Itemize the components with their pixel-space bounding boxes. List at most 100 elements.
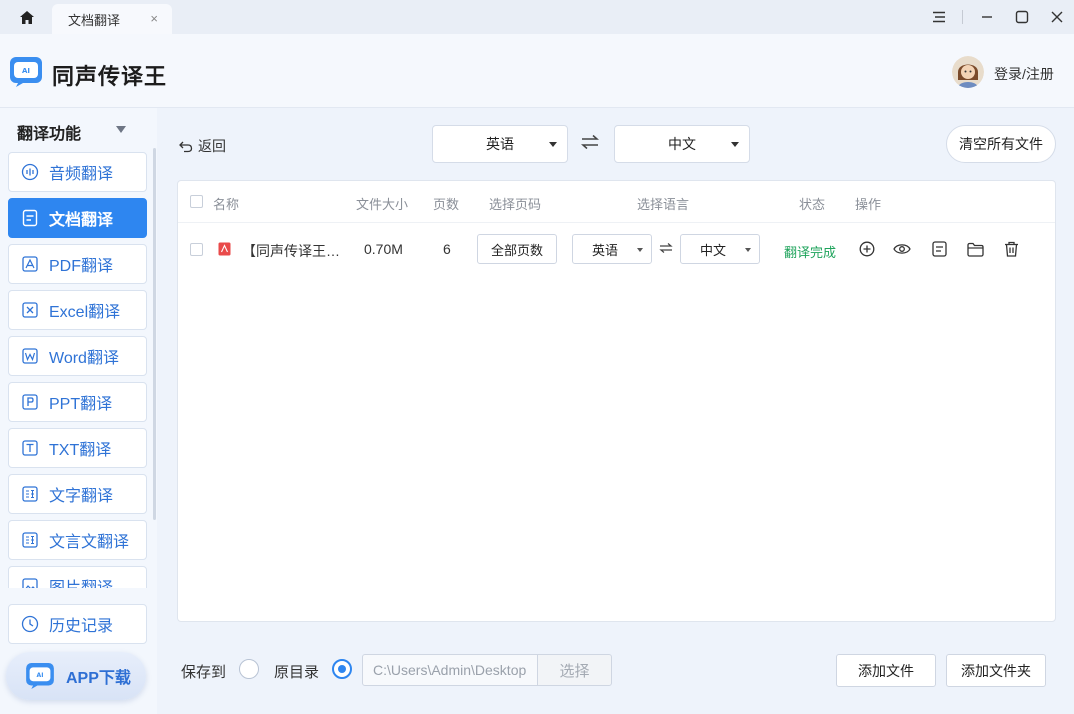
home-button[interactable] [8, 5, 46, 29]
close-window-button[interactable] [1039, 0, 1074, 34]
eye-icon[interactable] [893, 240, 911, 258]
app-download-label: APP下载 [66, 670, 131, 687]
choose-folder-button[interactable]: 选择 [537, 654, 612, 686]
avatar[interactable] [952, 56, 984, 88]
target-language-select[interactable]: 中文 [614, 125, 750, 163]
classical-chinese-icon [21, 531, 39, 549]
back-label: 返回 [198, 138, 226, 154]
audio-icon [21, 163, 39, 181]
swap-icon[interactable] [659, 242, 673, 257]
sidebar-item-image[interactable]: 图片翻译 [8, 566, 147, 588]
table-header: 名称 文件大小 页数 选择页码 选择语言 状态 操作 [178, 181, 1055, 223]
back-button[interactable]: 返回 [179, 136, 226, 156]
svg-text:AI: AI [37, 672, 44, 679]
sidebar-item-classical-chinese[interactable]: 文言文翻译 [8, 520, 147, 560]
col-select-language: 选择语言 [637, 197, 690, 212]
add-icon[interactable] [858, 240, 876, 258]
sidebar-item-pdf[interactable]: PDF翻译 [8, 244, 147, 284]
sidebar-item-history[interactable]: 历史记录 [8, 604, 147, 644]
svg-text:AI: AI [22, 67, 30, 75]
file-table: 名称 文件大小 页数 选择页码 选择语言 状态 操作 【同声传译王… 0.70M… [177, 180, 1056, 622]
divider [962, 10, 963, 24]
status-badge: 翻译完成 [784, 245, 837, 260]
folder-icon[interactable] [966, 240, 984, 258]
tab-close-icon[interactable]: × [150, 11, 158, 26]
sidebar-item-label: Word翻译 [49, 350, 119, 367]
document-icon [21, 209, 39, 227]
sidebar-item-label: PPT翻译 [49, 396, 113, 413]
sidebar-list[interactable]: 音频翻译 文档翻译 PDF翻译 Excel翻译 Word翻译 PPT翻译 TXT… [0, 148, 157, 588]
file-size: 0.70M [364, 241, 403, 257]
app-download-button[interactable]: AI APP下载 [6, 652, 146, 700]
main-content: 返回 英语 中文 清空所有文件 名称 文件大小 页数 选择页码 选择语言 状态 … [157, 108, 1074, 714]
target-language-value: 中文 [668, 136, 696, 152]
select-all-checkbox[interactable] [190, 195, 203, 208]
row-target-language-select[interactable]: 中文 [680, 234, 760, 264]
document-icon[interactable] [930, 240, 948, 258]
app-logo-icon: AI [10, 57, 42, 87]
sidebar-item-label: 历史记录 [49, 618, 114, 635]
col-name: 名称 [213, 197, 240, 212]
sidebar-item-label: 音频翻译 [49, 166, 114, 183]
tab-document-translate[interactable]: 文档翻译 × [52, 4, 172, 34]
sidebar-item-text[interactable]: 文字翻译 [8, 474, 147, 514]
sidebar-item-excel[interactable]: Excel翻译 [8, 290, 147, 330]
clear-all-files-button[interactable]: 清空所有文件 [946, 125, 1056, 163]
sidebar-item-word[interactable]: Word翻译 [8, 336, 147, 376]
sidebar-item-label: 图片翻译 [49, 574, 113, 588]
sidebar-item-label: TXT翻译 [49, 442, 112, 459]
col-actions: 操作 [855, 197, 882, 212]
undo-icon [179, 141, 193, 153]
sidebar-item-ppt[interactable]: PPT翻译 [8, 382, 147, 422]
minimize-button[interactable] [969, 0, 1004, 34]
row-checkbox[interactable] [190, 243, 203, 256]
maximize-icon [1015, 10, 1028, 24]
app-title: 同声传译王 [52, 64, 168, 89]
title-bar: 文档翻译 × [0, 0, 1074, 34]
sidebar-item-label: 文言文翻译 [49, 534, 130, 551]
txt-icon [21, 439, 39, 457]
sidebar-item-label: Excel翻译 [49, 304, 121, 321]
original-dir-radio[interactable] [332, 659, 352, 679]
source-language-select[interactable]: 英语 [432, 125, 568, 163]
row-target-language-value: 中文 [699, 242, 726, 258]
maximize-button[interactable] [1004, 0, 1039, 34]
page-count: 6 [443, 241, 451, 257]
swap-languages-button[interactable] [581, 134, 599, 153]
add-folder-button[interactable]: 添加文件夹 [946, 654, 1046, 687]
menu-button[interactable] [921, 0, 956, 34]
login-register-link[interactable]: 登录/注册 [994, 64, 1054, 84]
sidebar-item-audio[interactable]: 音频翻译 [8, 152, 147, 192]
row-source-language-value: 英语 [591, 242, 618, 258]
page-range-button[interactable]: 全部页数 [477, 234, 557, 264]
col-pages: 页数 [433, 197, 460, 212]
image-icon [21, 577, 39, 588]
output-path-field[interactable]: C:\Users\Admin\Desktop [362, 654, 538, 686]
pdf-icon [21, 255, 39, 273]
file-name: 【同声传译王… [242, 243, 340, 259]
close-icon [1051, 11, 1062, 23]
app-logo-icon: AI [26, 663, 54, 689]
add-file-button[interactable]: 添加文件 [836, 654, 936, 687]
chevron-down-icon[interactable] [116, 126, 126, 133]
col-select-pages: 选择页码 [489, 197, 542, 212]
ppt-icon [21, 393, 39, 411]
sidebar-scrollbar[interactable] [153, 148, 156, 520]
home-icon [20, 10, 34, 24]
sidebar-item-label: 文字翻译 [49, 488, 114, 505]
source-language-value: 英语 [486, 136, 514, 152]
sidebar-item-txt[interactable]: TXT翻译 [8, 428, 147, 468]
original-dir-label: 原目录 [274, 664, 320, 681]
dropdown-arrow-icon [637, 248, 643, 252]
word-icon [21, 347, 39, 365]
text-translate-icon [21, 485, 39, 503]
sidebar-item-document[interactable]: 文档翻译 [8, 198, 147, 238]
dropdown-arrow-icon [549, 142, 557, 147]
row-source-language-select[interactable]: 英语 [572, 234, 652, 264]
table-row[interactable]: 【同声传译王… 0.70M 6 全部页数 英语 中文 翻译完成 [178, 223, 1055, 275]
save-to-radio[interactable] [239, 659, 259, 679]
clock-icon [21, 615, 39, 633]
trash-icon[interactable] [1002, 240, 1020, 258]
user-avatar-icon [952, 56, 984, 88]
swap-icon [581, 134, 599, 150]
